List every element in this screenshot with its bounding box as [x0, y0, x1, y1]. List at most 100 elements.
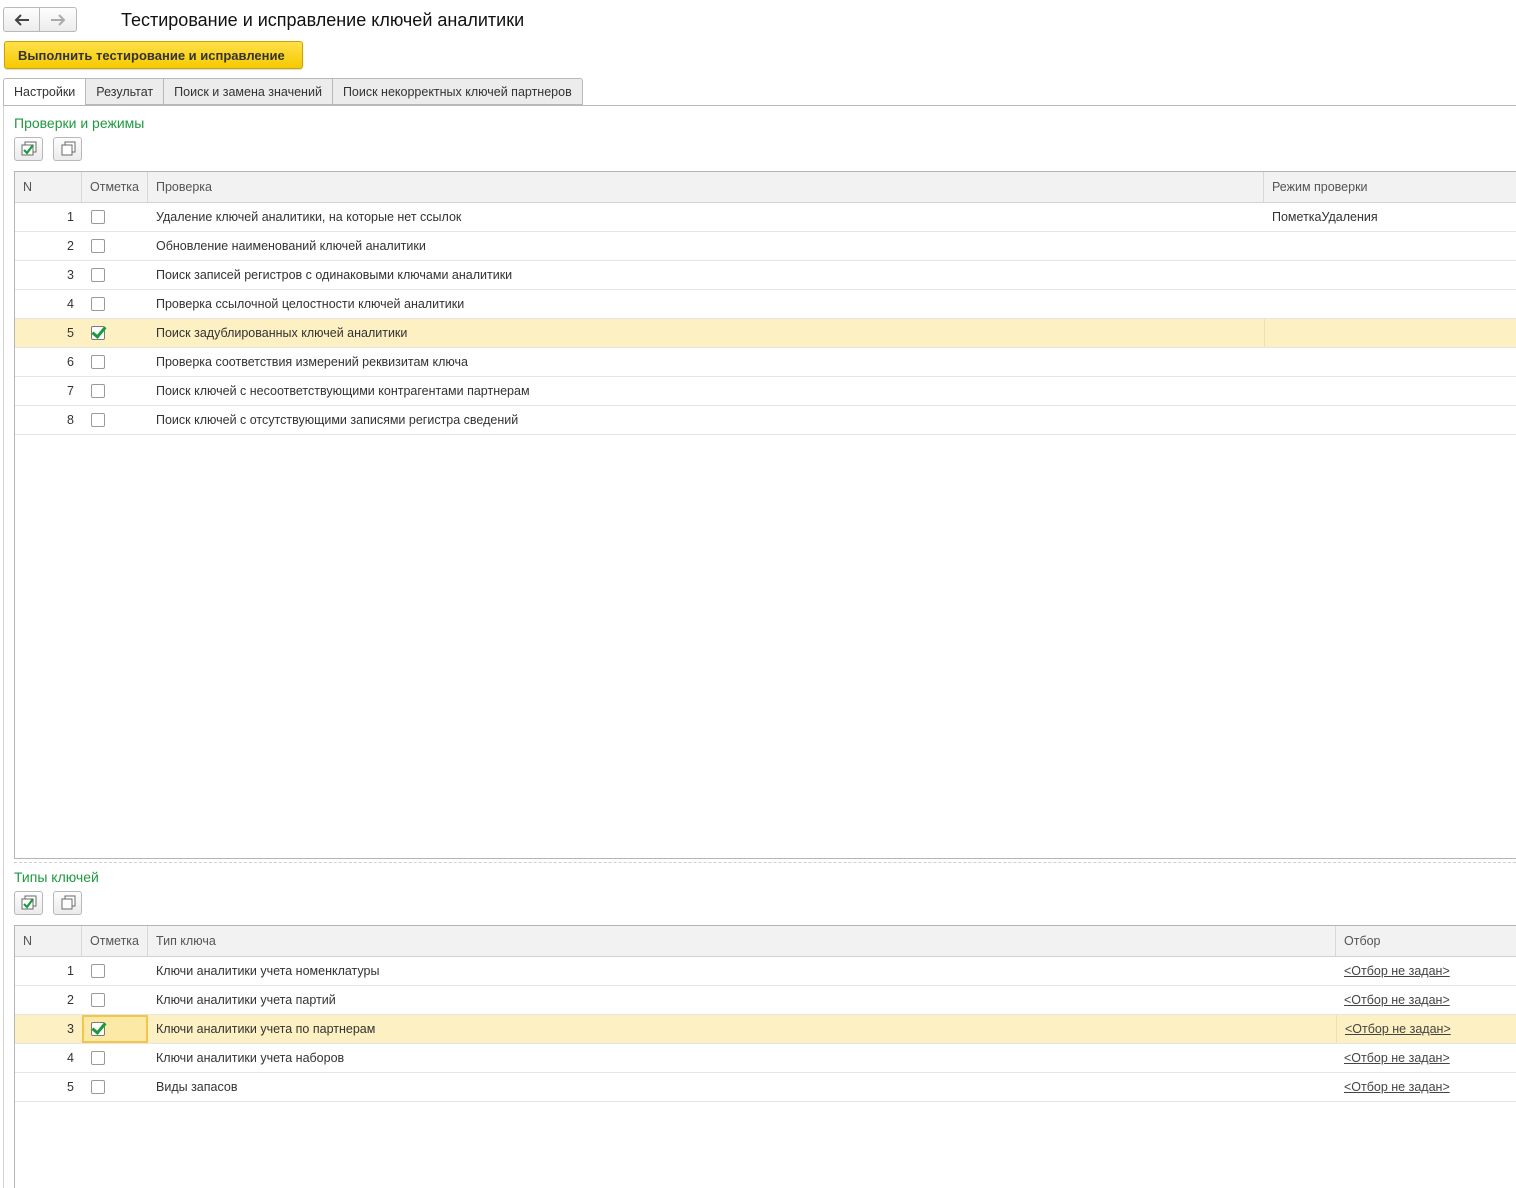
col-mark[interactable]: Отметка [82, 926, 148, 956]
filter-link[interactable]: <Отбор не задан> [1344, 1080, 1450, 1094]
uncheck-all-types-button[interactable] [53, 891, 82, 915]
col-check[interactable]: Проверка [148, 172, 1264, 202]
row-check-mode[interactable] [1264, 290, 1516, 318]
tab-partner-keys[interactable]: Поиск некорректных ключей партнеров [332, 78, 583, 105]
row-filter-cell: <Отбор не задан> [1336, 1015, 1516, 1043]
row-filter-cell: <Отбор не задан> [1336, 986, 1516, 1014]
table-row[interactable]: 5 Виды запасов <Отбор не задан> [15, 1073, 1516, 1102]
table-row[interactable]: 5 Поиск задублированных ключей аналитики [15, 319, 1516, 348]
tab-bar: Настройки Результат Поиск и замена значе… [3, 78, 583, 106]
tab-search-replace[interactable]: Поиск и замена значений [164, 78, 333, 105]
table-row[interactable]: 4 Проверка ссылочной целостности ключей а… [15, 290, 1516, 319]
row-number: 7 [67, 384, 74, 398]
col-mark[interactable]: Отметка [82, 172, 148, 202]
table-row[interactable]: 2 Ключи аналитики учета партий <Отбор не з… [15, 986, 1516, 1015]
checks-table-header: N Отметка Проверка Режим проверки [15, 172, 1516, 203]
row-check-mode[interactable] [1264, 232, 1516, 260]
col-mode[interactable]: Режим проверки [1264, 172, 1516, 202]
checkbox[interactable] [91, 993, 105, 1007]
row-check-mode[interactable] [1264, 348, 1516, 376]
table-row[interactable]: 1 Удаление ключей аналитики, на которые н… [15, 203, 1516, 232]
row-mark-cell[interactable] [82, 406, 148, 434]
table-row[interactable]: 3 Поиск записей регистров с одинаковыми к… [15, 261, 1516, 290]
row-mark-cell[interactable] [82, 1044, 148, 1072]
row-number: 1 [67, 210, 74, 224]
checkbox[interactable] [91, 1051, 105, 1065]
checkbox[interactable] [91, 355, 105, 369]
table-row[interactable]: 2 Обновление наименований ключей аналитик… [15, 232, 1516, 261]
row-mark-cell[interactable] [82, 261, 148, 289]
row-mark-cell[interactable] [82, 319, 148, 347]
check-all-icon [21, 141, 36, 156]
table-row[interactable]: 7 Поиск ключей с несоответствующими контр… [15, 377, 1516, 406]
table-row[interactable]: 6 Проверка соответствия измерений реквизи… [15, 348, 1516, 377]
row-number: 4 [67, 1051, 74, 1065]
row-number: 4 [67, 297, 74, 311]
row-check-name: Поиск задублированных ключей аналитики [156, 326, 408, 340]
row-filter-cell: <Отбор не задан> [1336, 957, 1516, 985]
check-all-button[interactable] [14, 137, 43, 161]
checks-table-body: 1 Удаление ключей аналитики, на которые н… [15, 203, 1516, 435]
col-key-type[interactable]: Тип ключа [148, 926, 1336, 956]
row-key-type: Ключи аналитики учета по партнерам [156, 1022, 376, 1036]
col-n[interactable]: N [15, 172, 82, 202]
row-mark-cell[interactable] [82, 203, 148, 231]
row-check-mode[interactable] [1264, 261, 1516, 289]
row-mark-cell[interactable] [82, 957, 148, 985]
checkbox[interactable] [91, 1080, 105, 1094]
table-row[interactable]: 8 Поиск ключей с отсутствующими записями … [15, 406, 1516, 435]
col-filter[interactable]: Отбор [1336, 926, 1516, 956]
filter-link[interactable]: <Отбор не задан> [1344, 993, 1450, 1007]
row-check-mode[interactable] [1264, 377, 1516, 405]
checkbox[interactable] [91, 239, 105, 253]
checkbox[interactable] [91, 268, 105, 282]
row-check-mode[interactable] [1264, 406, 1516, 434]
uncheck-all-button[interactable] [53, 137, 82, 161]
back-button[interactable] [3, 7, 40, 32]
row-number: 5 [67, 1080, 74, 1094]
row-mark-cell[interactable] [82, 1073, 148, 1101]
tab-divider [3, 105, 1516, 106]
table-row[interactable]: 3 Ключи аналитики учета по партнерам <Отбо… [15, 1015, 1516, 1044]
checkbox[interactable] [91, 297, 105, 311]
row-check-mode[interactable]: ПометкаУдаления [1264, 203, 1516, 231]
forward-button[interactable] [40, 7, 77, 32]
tab-settings[interactable]: Настройки [3, 78, 87, 106]
row-check-mode[interactable] [1264, 319, 1516, 347]
filter-link[interactable]: <Отбор не задан> [1345, 1022, 1451, 1036]
col-n[interactable]: N [15, 926, 82, 956]
row-mark-cell[interactable] [82, 986, 148, 1014]
checkbox[interactable] [91, 964, 105, 978]
table-row[interactable]: 1 Ключи аналитики учета номенклатуры <Отбо… [15, 957, 1516, 986]
uncheck-all-icon [61, 141, 75, 156]
section-splitter[interactable] [14, 862, 1516, 863]
row-mark-cell[interactable] [82, 1015, 148, 1043]
row-mark-cell[interactable] [82, 290, 148, 318]
checkbox[interactable] [91, 384, 105, 398]
table-row[interactable]: 4 Ключи аналитики учета наборов <Отбор не … [15, 1044, 1516, 1073]
row-number: 1 [67, 964, 74, 978]
row-check-name: Проверка ссылочной целостности ключей ан… [156, 297, 465, 311]
key-types-table-header: N Отметка Тип ключа Отбор [15, 926, 1516, 957]
row-check-name: Поиск ключей с отсутствующими записями р… [156, 413, 519, 427]
row-number: 3 [67, 268, 74, 282]
checkbox[interactable] [91, 210, 105, 224]
row-check-name: Поиск ключей с несоответствующими контра… [156, 384, 530, 398]
row-number: 2 [67, 239, 74, 253]
filter-link[interactable]: <Отбор не задан> [1344, 964, 1450, 978]
check-all-icon [21, 895, 36, 910]
checkbox-checked[interactable] [91, 1022, 105, 1036]
check-all-types-button[interactable] [14, 891, 43, 915]
checkbox-checked[interactable] [91, 326, 105, 340]
history-nav [3, 7, 77, 32]
key-types-table-body: 1 Ключи аналитики учета номенклатуры <Отбо… [15, 957, 1516, 1102]
checkbox[interactable] [91, 413, 105, 427]
row-mark-cell[interactable] [82, 377, 148, 405]
row-filter-cell: <Отбор не задан> [1336, 1044, 1516, 1072]
tab-result[interactable]: Результат [86, 78, 165, 105]
run-test-button[interactable]: Выполнить тестирование и исправление [4, 41, 303, 69]
row-check-name: Удаление ключей аналитики, на которые не… [156, 210, 462, 224]
row-mark-cell[interactable] [82, 232, 148, 260]
row-mark-cell[interactable] [82, 348, 148, 376]
filter-link[interactable]: <Отбор не задан> [1344, 1051, 1450, 1065]
